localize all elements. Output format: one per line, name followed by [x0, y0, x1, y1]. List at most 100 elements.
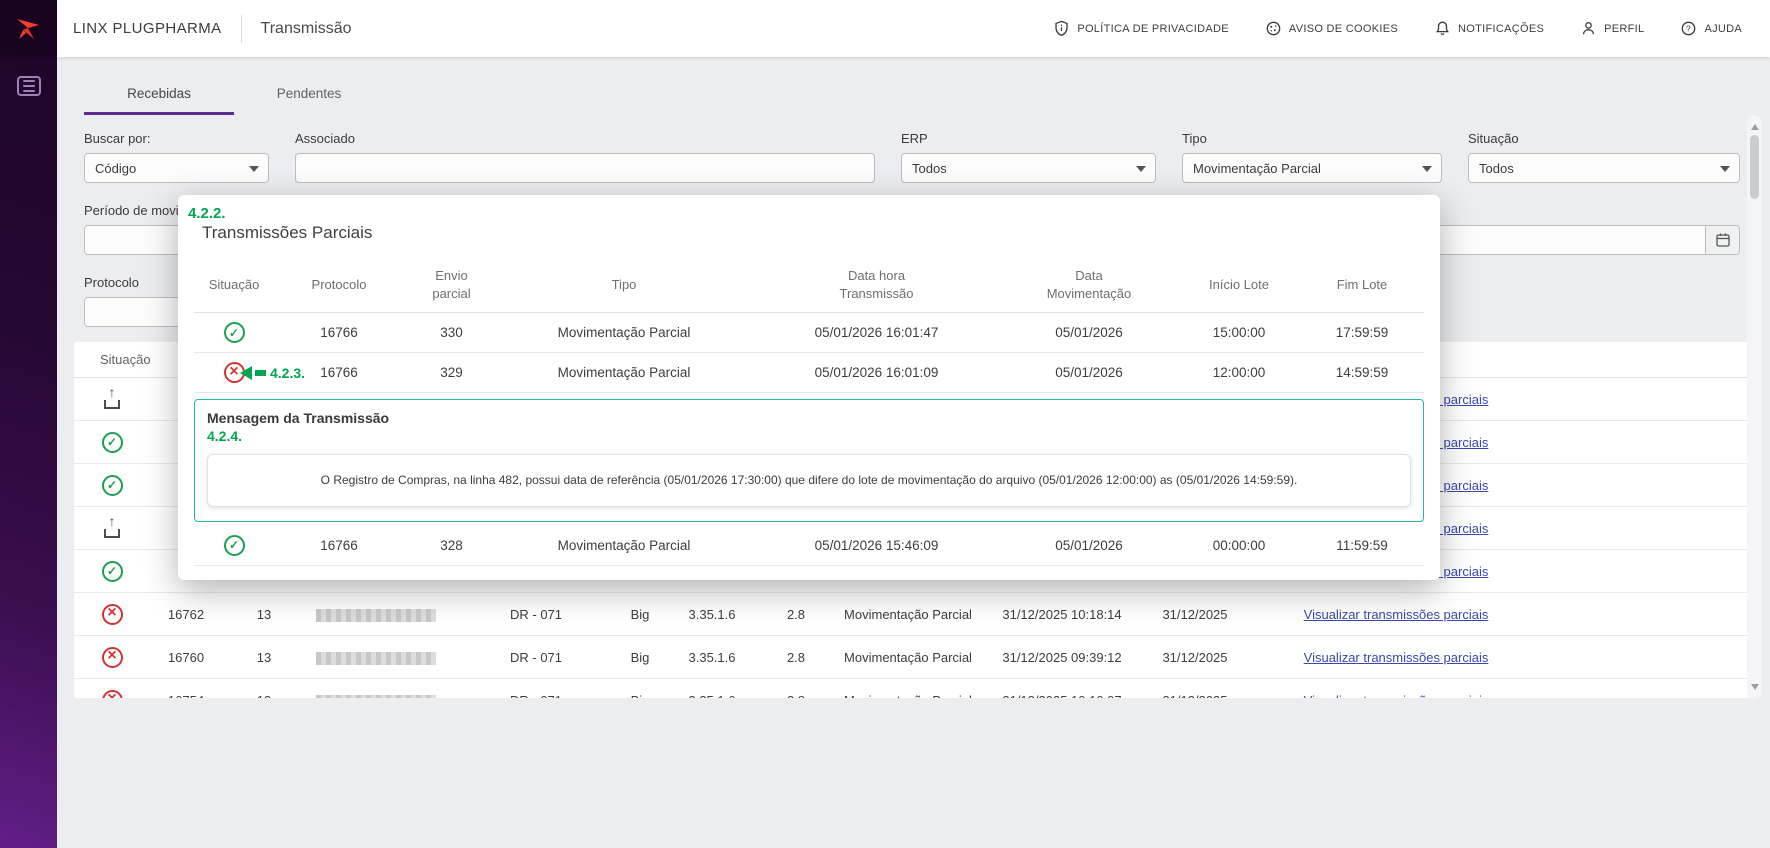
- data-hora-cell: 31/12/2025 10:10:07: [984, 693, 1140, 699]
- mh-inicio-lote: Início Lote: [1209, 276, 1269, 294]
- sidebar-menu-button[interactable]: [17, 76, 41, 96]
- table-row: 16754 13 DR - 071 Big 3.35.1.6 2.8 Movim…: [74, 679, 1750, 698]
- mh-fim-lote: Fim Lote: [1337, 276, 1388, 294]
- linx-logo-icon: [13, 13, 45, 45]
- status-icon: [102, 432, 123, 453]
- tipo-value: Movimentação Parcial: [1193, 161, 1321, 176]
- cnpj-redacted: [316, 609, 436, 622]
- status-icon: [224, 535, 245, 556]
- privacy-policy-button[interactable]: POLÍTICA DE PRIVACIDADE: [1053, 20, 1229, 37]
- scroll-up-arrow[interactable]: [1751, 120, 1759, 130]
- situacao-select[interactable]: Todos: [1468, 153, 1740, 183]
- page-title: Transmissão: [261, 20, 352, 38]
- erp-select[interactable]: Todos: [901, 153, 1156, 183]
- erp-cell: Big: [616, 607, 664, 622]
- annotation-4-2-2: 4.2.2.: [188, 205, 1424, 222]
- protocolo-cell: 16762: [140, 607, 232, 622]
- dr-cell: DR - 071: [456, 607, 616, 622]
- modal-table-row: 4.2.3. 16766 329 Movimentação Parcial 05…: [194, 353, 1424, 393]
- status-icon: [102, 647, 123, 668]
- situacao-value: Todos: [1479, 161, 1514, 176]
- status-icon: [102, 604, 123, 625]
- associado-input[interactable]: [295, 153, 875, 183]
- data-mov-cell: 05/01/2026: [1055, 325, 1123, 340]
- sidebar: [0, 0, 57, 848]
- protocolo-cell: 16760: [140, 650, 232, 665]
- shield-icon: [1053, 20, 1070, 37]
- help-icon: ?: [1680, 20, 1697, 37]
- mh-envio-parcial: Envio parcial: [426, 267, 478, 302]
- brand-name: LINX PLUGPHARMA: [73, 20, 222, 37]
- mh-data-hora-transmissao: Data hora Transmissão: [829, 267, 925, 302]
- data-mov-cell: 31/12/2025: [1140, 607, 1250, 622]
- fim-lote-cell: 17:59:59: [1336, 325, 1389, 340]
- fim-lote-cell: 11:59:59: [1336, 538, 1388, 553]
- tabs: Recebidas Pendentes: [84, 71, 1740, 115]
- tipo-cell: Movimentação Parcial: [832, 693, 984, 699]
- cookies-notice-label: AVISO DE COOKIES: [1289, 23, 1398, 35]
- visualizar-transmissoes-parciais-link[interactable]: Visualizar transmissões parciais: [1304, 693, 1489, 699]
- tipo-cell: Movimentação Parcial: [558, 325, 691, 340]
- cookies-notice-button[interactable]: AVISO DE COOKIES: [1265, 20, 1398, 37]
- profile-button[interactable]: PERFIL: [1580, 20, 1644, 37]
- tipo-cell: Movimentação Parcial: [558, 538, 691, 553]
- envio-cell: 330: [440, 325, 463, 340]
- revisao-cell: 2.8: [760, 693, 832, 699]
- tipo-label: Tipo: [1182, 131, 1442, 146]
- tipo-select[interactable]: Movimentação Parcial: [1182, 153, 1442, 183]
- inicio-lote-cell: 12:00:00: [1213, 365, 1266, 380]
- dr-cell: DR - 071: [456, 693, 616, 699]
- modal-title: Transmissões Parciais: [202, 223, 1424, 243]
- erp-cell: Big: [616, 650, 664, 665]
- svg-text:?: ?: [1686, 23, 1691, 33]
- transmission-message-panel: Mensagem da Transmissão 4.2.4. O Registr…: [194, 399, 1424, 522]
- envio-cell: 328: [440, 538, 463, 553]
- topbar-menu: POLÍTICA DE PRIVACIDADE AVISO DE COOKIES…: [1053, 20, 1770, 37]
- scroll-down-arrow[interactable]: [1751, 684, 1759, 694]
- topbar-divider: [241, 15, 242, 43]
- data-hora-cell: 31/12/2025 10:18:14: [984, 607, 1140, 622]
- modal-table-row: 16766 328 Movimentação Parcial 05/01/202…: [194, 526, 1424, 566]
- versao-cell: 3.35.1.6: [664, 607, 760, 622]
- transmissoes-parciais-modal: 4.2.2. Transmissões Parciais Situação Pr…: [178, 195, 1440, 580]
- tab-pendentes[interactable]: Pendentes: [234, 71, 384, 115]
- status-icon: [224, 322, 245, 343]
- mh-data-movimentacao: Data Movimentação: [1041, 267, 1137, 302]
- tab-recebidas[interactable]: Recebidas: [84, 71, 234, 115]
- cnpj-redacted: [316, 652, 436, 665]
- protocolo-cell: 16766: [320, 538, 358, 553]
- topbar: LINX PLUGPHARMA Transmissão POLÍTICA DE …: [57, 0, 1770, 57]
- help-label: AJUDA: [1704, 23, 1742, 35]
- calendar-icon: [1715, 232, 1731, 248]
- erp-label: ERP: [901, 131, 1156, 146]
- table-row: 16760 13 DR - 071 Big 3.35.1.6 2.8 Movim…: [74, 636, 1750, 679]
- linx-logo: [0, 0, 57, 57]
- data-mov-cell: 05/01/2026: [1055, 365, 1123, 380]
- person-icon: [1580, 20, 1597, 37]
- status-icon: [102, 690, 123, 699]
- status-icon: [102, 389, 122, 409]
- erp-value: Todos: [912, 161, 947, 176]
- mh-tipo: Tipo: [612, 276, 637, 294]
- calendar-button[interactable]: [1706, 225, 1740, 255]
- tipo-cell: Movimentação Parcial: [832, 650, 984, 665]
- data-mov-cell: 31/12/2025: [1140, 650, 1250, 665]
- search-by-select[interactable]: Código: [84, 153, 269, 183]
- visualizar-transmissoes-parciais-link[interactable]: Visualizar transmissões parciais: [1304, 607, 1489, 622]
- vertical-scrollbar[interactable]: [1747, 115, 1762, 699]
- protocolo-cell: 16766: [320, 365, 358, 380]
- envio-cell: 13: [232, 607, 296, 622]
- data-mov-cell: 31/12/2025: [1140, 693, 1250, 699]
- annotation-4-2-3: 4.2.3.: [240, 365, 305, 381]
- revisao-cell: 2.8: [760, 650, 832, 665]
- envio-cell: 13: [232, 693, 296, 699]
- data-hora-cell: 05/01/2026 16:01:47: [815, 325, 939, 340]
- tipo-cell: Movimentação Parcial: [832, 607, 984, 622]
- visualizar-transmissoes-parciais-link[interactable]: Visualizar transmissões parciais: [1304, 650, 1489, 665]
- filters-row-1: Buscar por: Código Associado ERP Todos T…: [84, 131, 1740, 183]
- envio-cell: 13: [232, 650, 296, 665]
- scrollbar-thumb[interactable]: [1750, 135, 1759, 199]
- notifications-button[interactable]: NOTIFICAÇÕES: [1434, 20, 1544, 37]
- notifications-label: NOTIFICAÇÕES: [1458, 23, 1544, 35]
- help-button[interactable]: ? AJUDA: [1680, 20, 1742, 37]
